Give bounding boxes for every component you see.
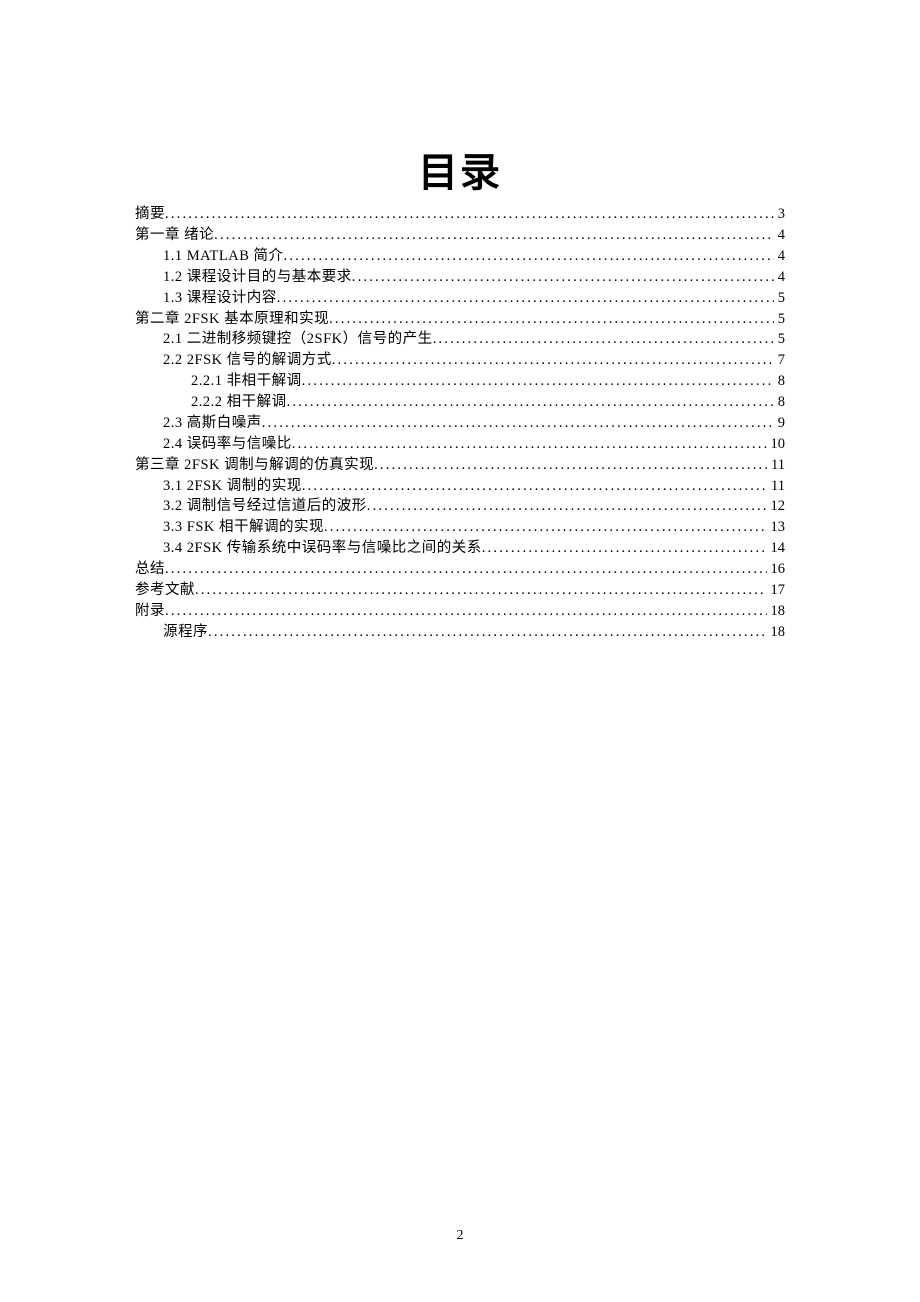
page-number: 2: [0, 1228, 920, 1244]
toc-entry-label: 附录: [135, 604, 165, 619]
toc-entry-page: 18: [767, 625, 786, 640]
toc-entry: 总结 16: [135, 559, 785, 580]
toc-leader-dots: [165, 604, 767, 619]
toc-entry-label: 1.1 MATLAB 简介: [163, 249, 284, 264]
toc-entry-page: 5: [774, 312, 785, 327]
toc-entry-page: 17: [767, 583, 786, 598]
toc-entry-page: 8: [774, 374, 785, 389]
table-of-contents: 摘要 3 第一章 绪论 4 1.1 MATLAB 简介 4 1.2 课程设计目的与基本要求 4…: [135, 204, 785, 642]
toc-leader-dots: [214, 228, 774, 243]
toc-entry-page: 4: [774, 249, 785, 264]
toc-entry-label: 3.4 2FSK 传输系统中误码率与信噪比之间的关系: [163, 541, 482, 556]
toc-entry-page: 9: [774, 416, 785, 431]
toc-leader-dots: [329, 312, 774, 327]
toc-entry-label: 2.1 二进制移频键控（2SFK）信号的产生: [163, 332, 433, 347]
toc-entry: 第三章 2FSK 调制与解调的仿真实现 11: [135, 455, 785, 476]
toc-entry: 1.2 课程设计目的与基本要求 4: [135, 267, 785, 288]
toc-entry-page: 3: [774, 207, 785, 222]
toc-entry-page: 11: [767, 458, 785, 473]
toc-entry: 2.2.1 非相干解调 8: [135, 371, 785, 392]
toc-entry: 2.3 高斯白噪声 9: [135, 413, 785, 434]
toc-entry-page: 11: [767, 479, 785, 494]
toc-entry: 1.1 MATLAB 简介 4: [135, 246, 785, 267]
toc-entry: 3.1 2FSK 调制的实现 11: [135, 475, 785, 496]
toc-entry-label: 第三章 2FSK 调制与解调的仿真实现: [135, 458, 374, 473]
toc-leader-dots: [287, 395, 774, 410]
toc-leader-dots: [332, 353, 774, 368]
toc-entry: 摘要 3: [135, 204, 785, 225]
toc-entry-label: 3.2 调制信号经过信道后的波形: [163, 499, 367, 514]
toc-entry-label: 源程序: [163, 625, 208, 640]
toc-entry-label: 1.3 课程设计内容: [163, 291, 277, 306]
toc-entry-page: 7: [774, 353, 785, 368]
toc-leader-dots: [352, 270, 774, 285]
toc-entry: 1.3 课程设计内容 5: [135, 288, 785, 309]
toc-entry: 第一章 绪论 4: [135, 225, 785, 246]
toc-entry-page: 16: [767, 562, 786, 577]
toc-leader-dots: [165, 207, 774, 222]
toc-leader-dots: [374, 458, 767, 473]
toc-entry-label: 参考文献: [135, 583, 195, 598]
toc-leader-dots: [195, 583, 767, 598]
document-page: 目录 摘要3第一章 绪论41.1 MATLAB 简介41.2 课程设计目的与基本…: [0, 0, 920, 1302]
toc-entry-page: 12: [767, 499, 786, 514]
toc-entry-label: 3.1 2FSK 调制的实现: [163, 479, 302, 494]
toc-entry-label: 总结: [135, 562, 165, 577]
toc-entry-page: 18: [767, 604, 786, 619]
toc-leader-dots: [208, 625, 767, 640]
toc-leader-dots: [165, 562, 767, 577]
toc-leader-dots: [262, 416, 774, 431]
toc-leader-dots: [302, 479, 767, 494]
toc-entry-page: 13: [767, 520, 786, 535]
toc-entry-label: 第二章 2FSK 基本原理和实现: [135, 312, 329, 327]
toc-entry-page: 5: [774, 332, 785, 347]
toc-entry: 2.2 2FSK 信号的解调方式 7: [135, 350, 785, 371]
toc-leader-dots: [284, 249, 774, 264]
toc-entry-label: 2.4 误码率与信噪比: [163, 437, 292, 452]
toc-entry: 参考文献 17: [135, 580, 785, 601]
toc-entry-page: 8: [774, 395, 785, 410]
toc-entry-label: 2.2 2FSK 信号的解调方式: [163, 353, 332, 368]
page-title: 目录: [135, 140, 785, 198]
toc-leader-dots: [292, 437, 767, 452]
toc-entry-label: 2.2.1 非相干解调: [191, 374, 302, 389]
toc-entry-label: 1.2 课程设计目的与基本要求: [163, 270, 352, 285]
toc-entry: 3.4 2FSK 传输系统中误码率与信噪比之间的关系 14: [135, 538, 785, 559]
toc-entry: 3.3 FSK 相干解调的实现 13: [135, 517, 785, 538]
toc-leader-dots: [482, 541, 767, 556]
toc-entry-label: 第一章 绪论: [135, 228, 214, 243]
toc-entry: 第二章 2FSK 基本原理和实现 5: [135, 308, 785, 329]
toc-entry-page: 14: [767, 541, 786, 556]
toc-leader-dots: [324, 520, 767, 535]
toc-entry: 3.2 调制信号经过信道后的波形 12: [135, 496, 785, 517]
toc-leader-dots: [433, 332, 774, 347]
toc-entry: 附录 18: [135, 601, 785, 622]
toc-entry-page: 10: [767, 437, 786, 452]
toc-entry: 源程序 18: [135, 622, 785, 643]
toc-entry: 2.1 二进制移频键控（2SFK）信号的产生 5: [135, 329, 785, 350]
toc-entry-label: 2.2.2 相干解调: [191, 395, 287, 410]
toc-leader-dots: [367, 499, 767, 514]
toc-entry-page: 4: [774, 228, 785, 243]
toc-entry-label: 3.3 FSK 相干解调的实现: [163, 520, 324, 535]
toc-leader-dots: [277, 291, 774, 306]
toc-entry: 2.2.2 相干解调 8: [135, 392, 785, 413]
toc-leader-dots: [302, 374, 774, 389]
toc-entry-label: 摘要: [135, 207, 165, 222]
toc-entry-label: 2.3 高斯白噪声: [163, 416, 262, 431]
toc-entry-page: 5: [774, 291, 785, 306]
toc-entry: 2.4 误码率与信噪比 10: [135, 434, 785, 455]
toc-entry-page: 4: [774, 270, 785, 285]
